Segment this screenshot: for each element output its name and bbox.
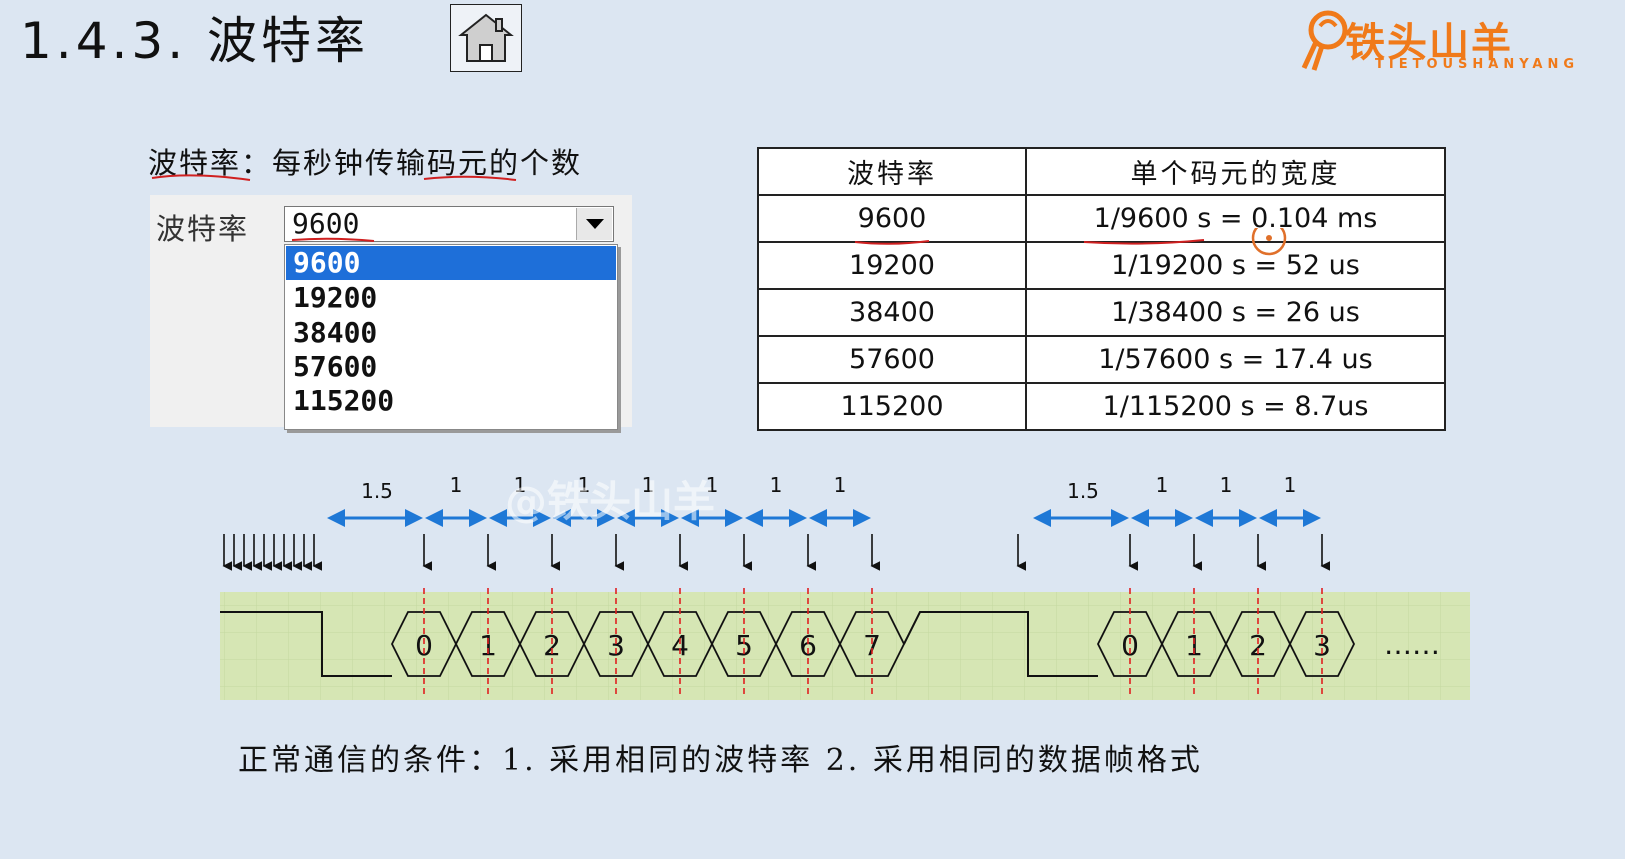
- table-row: 38400 1/38400 s = 26 us: [757, 288, 1446, 337]
- baud-option[interactable]: 9600: [286, 246, 616, 280]
- diagram-grid: [220, 592, 1470, 700]
- baud-option[interactable]: 57600: [286, 350, 616, 384]
- selected-value-underline: [291, 237, 375, 242]
- home-button[interactable]: [450, 4, 522, 72]
- baud-option[interactable]: 38400: [286, 316, 616, 350]
- table-header: 单个码元的宽度: [1025, 147, 1446, 196]
- table-cell: 57600: [757, 335, 1027, 384]
- interval-label: 1: [1284, 473, 1297, 497]
- table-row: 57600 1/57600 s = 17.4 us: [757, 335, 1446, 384]
- table-header: 波特率: [757, 147, 1027, 196]
- baud-rate-dropdown-list: 9600 19200 38400 57600 115200: [284, 244, 618, 430]
- logo-subtitle: TIETOUSHANYANG: [1375, 57, 1580, 72]
- baud-option[interactable]: 115200: [286, 384, 616, 418]
- table-cell: 38400: [757, 288, 1027, 337]
- baud-width-table: 波特率 单个码元的宽度 9600 1/9600 s = 0.104 ms 192…: [757, 147, 1446, 431]
- interval-label: 1.5: [361, 479, 393, 503]
- slide-title: 1.4.3. 波特率: [20, 12, 370, 70]
- chevron-down-icon[interactable]: [576, 208, 612, 240]
- interval-label: 1: [450, 473, 463, 497]
- table-cell: 115200: [757, 382, 1027, 431]
- table-cell: 1/57600 s = 17.4 us: [1025, 335, 1446, 384]
- interval-label: 1: [834, 473, 847, 497]
- interval-label: 1: [770, 473, 783, 497]
- table-cell: 1/115200 s = 8.7us: [1025, 382, 1446, 431]
- watermark: @铁头山羊: [505, 477, 716, 526]
- table-annotations: [854, 228, 1287, 256]
- table-cell: 1/38400 s = 26 us: [1025, 288, 1446, 337]
- home-icon: [458, 13, 514, 62]
- baud-rate-label: 波特率: [156, 212, 250, 246]
- interval-label: 1: [1156, 473, 1169, 497]
- red-underline-annotation: [151, 174, 517, 181]
- interval-label: 1.5: [1067, 479, 1099, 503]
- communication-conditions: 正常通信的条件：1. 采用相同的波特率 2. 采用相同的数据帧格式: [238, 743, 1203, 778]
- baud-option[interactable]: 19200: [286, 281, 616, 315]
- table-header-row: 波特率 单个码元的宽度: [757, 147, 1446, 196]
- uart-timing-diagram: 0 1 2 3 4 5 6 71.5 1 1 1 1 1 1 10 1 2 31.5 1 1 1……: [220, 473, 1470, 700]
- table-row: 115200 1/115200 s = 8.7us: [757, 382, 1446, 431]
- ellipsis: ……: [1384, 628, 1440, 661]
- interval-label: 1: [1220, 473, 1233, 497]
